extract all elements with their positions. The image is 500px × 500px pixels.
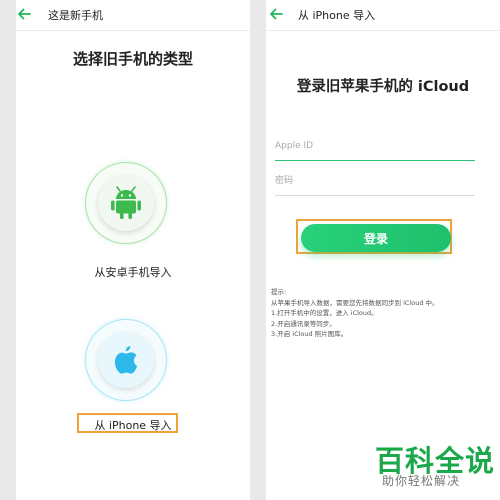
login-button[interactable]: 登录 <box>301 224 451 252</box>
left-topbar-title: 这是新手机 <box>48 9 103 22</box>
left-topbar-divider <box>16 30 250 31</box>
left-page-heading: 选择旧手机的类型 <box>72 50 193 68</box>
password-input[interactable] <box>275 171 475 191</box>
tips-line: 1.打开手机中的设置，进入 iCloud。 <box>271 309 378 317</box>
apple-id-input[interactable] <box>275 136 475 156</box>
tips-section: 提示: 从苹果手机导入数据，需要您先将数据同步到 iCloud 中。 1.打开手… <box>271 287 496 340</box>
tips-line: 2.开启通讯录等同步。 <box>271 319 336 328</box>
apple-id-underline <box>275 160 475 161</box>
iphone-option-inner <box>98 332 154 388</box>
right-topbar-divider <box>266 30 500 31</box>
password-underline <box>275 195 475 196</box>
android-icon <box>111 186 141 219</box>
watermark-slogan: 助你轻松解决 <box>382 474 461 488</box>
tips-line: 提示: <box>271 288 287 296</box>
back-arrow-icon[interactable] <box>16 6 32 22</box>
right-page-heading: 登录旧苹果手机的 iCloud <box>296 79 470 95</box>
android-option-button[interactable] <box>85 162 167 244</box>
android-option-label[interactable]: 从安卓手机导入 <box>16 264 250 280</box>
left-topbar: 这是新手机 <box>16 0 250 30</box>
iphone-option-button[interactable] <box>85 319 167 401</box>
right-topbar: 从 iPhone 导入 <box>266 0 500 30</box>
right-topbar-title: 从 iPhone 导入 <box>298 9 376 22</box>
apple-icon <box>114 346 138 374</box>
right-screen: 从 iPhone 导入 登录旧苹果手机的 iCloud 登录 提示: 从苹果手机… <box>266 0 500 500</box>
tips-line: 从苹果手机导入数据，需要您先将数据同步到 iCloud 中。 <box>271 298 439 307</box>
android-option-inner <box>98 175 154 231</box>
iphone-option-label[interactable]: 从 iPhone 导入 <box>16 417 250 433</box>
tips-line: 3.开启 iCloud 照片图库。 <box>271 330 348 338</box>
back-arrow-icon[interactable] <box>268 6 284 22</box>
left-screen: 这是新手机 选择旧手机的类型 从安卓手机导入 从 iPhone 导入 <box>16 0 250 500</box>
